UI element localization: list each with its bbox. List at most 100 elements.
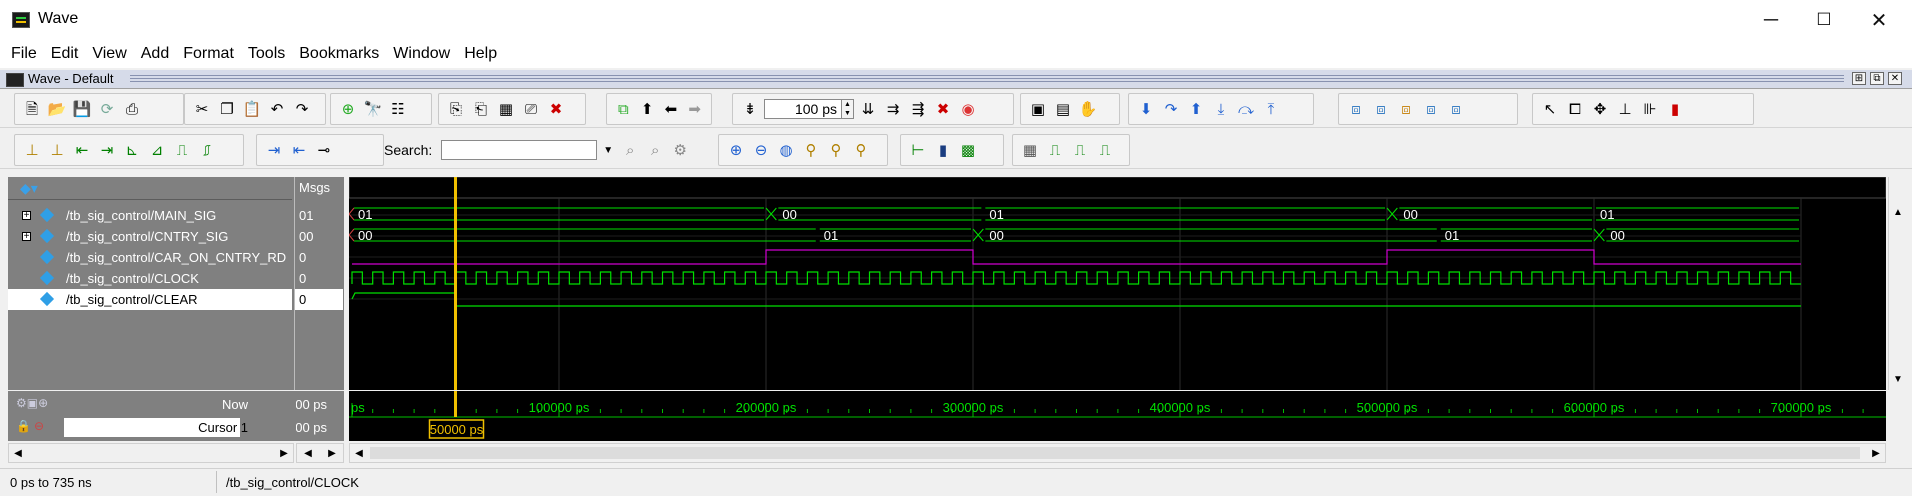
step-over-icon[interactable]: ↷ (1160, 98, 1182, 120)
show-grid-icon[interactable]: ▮ (932, 139, 954, 161)
menu-edit[interactable]: Edit (44, 45, 86, 63)
expand-icon[interactable]: + (22, 211, 31, 221)
undo-icon[interactable]: ↶ (266, 98, 288, 120)
cursor-options-icon[interactable]: ⊸ (313, 139, 335, 161)
restart-icon[interactable]: ◉ (957, 98, 979, 120)
search-input[interactable] (441, 140, 598, 160)
performance-icon[interactable]: ▣ (1027, 98, 1049, 120)
insert-cursor-icon[interactable]: ⇥ (263, 139, 285, 161)
cursor-delete-icon[interactable]: ⊖ (34, 419, 44, 433)
step-into-icon[interactable]: ⬇ (1135, 98, 1157, 120)
zoom-cursor-icon[interactable]: ⚲ (800, 139, 822, 161)
stop-icon[interactable]: ✖ (545, 98, 567, 120)
signal-row-car-on-cntry-rd[interactable]: /tb_sig_control/CAR_ON_CNTRY_RD (8, 247, 294, 268)
scroll-left-icon[interactable]: ◀ (350, 444, 368, 462)
show-cursor-icon[interactable]: ⊢ (907, 139, 929, 161)
redo-icon[interactable]: ↷ (291, 98, 313, 120)
open-icon[interactable]: 📂 (46, 98, 68, 120)
zoom-range-icon[interactable]: ⚲ (825, 139, 847, 161)
format-literal-icon[interactable]: ▦ (1019, 139, 1041, 161)
next-transition-icon[interactable]: ⇥ (96, 139, 118, 161)
hand-icon[interactable]: ✋ (1077, 98, 1099, 120)
show-window-icon[interactable]: ▩ (957, 139, 979, 161)
pan-mode-icon[interactable]: ✥ (1589, 98, 1611, 120)
close-button[interactable]: ✕ (1850, 0, 1908, 40)
find-next-edge-icon[interactable]: ⊥ (46, 139, 68, 161)
compile-icon[interactable]: ⎘ (445, 98, 467, 120)
signal-row-clear[interactable]: /tb_sig_control/CLEAR (8, 289, 292, 310)
menu-file[interactable]: File (4, 45, 44, 63)
scroll-left-icon[interactable]: ◀ (9, 444, 27, 462)
cursor-lock-icon[interactable]: 🔒 (16, 419, 31, 433)
menu-bookmarks[interactable]: Bookmarks (292, 45, 386, 63)
select-mode-icon[interactable]: ↖ (1539, 98, 1561, 120)
ruler-mode-icon[interactable]: ⊪ (1639, 98, 1661, 120)
layout-5-icon[interactable]: ⧈ (1445, 98, 1467, 120)
zoom-out-icon[interactable]: ⊖ (750, 139, 772, 161)
step-out-dropdown-icon[interactable]: ⤒ (1260, 98, 1282, 120)
structure-icon[interactable]: ☷ (387, 98, 409, 120)
pane-drag-handle[interactable] (130, 75, 1844, 83)
step-out-icon[interactable]: ⬆ (1185, 98, 1207, 120)
format-logic-icon[interactable]: ⎍ (1044, 139, 1066, 161)
menu-help[interactable]: Help (457, 45, 504, 63)
run-all-icon[interactable]: ⇶ (907, 98, 929, 120)
delete-cursor-icon[interactable]: ⇤ (288, 139, 310, 161)
zoom-mode-icon[interactable]: ⧠ (1564, 98, 1586, 120)
menu-view[interactable]: View (85, 45, 133, 63)
compile-all-icon[interactable]: ⎗ (470, 98, 492, 120)
time-ruler[interactable]: 100000 ps 200000 ps 300000 ps 400000 ps 5000… (349, 391, 1886, 441)
pane-close-button[interactable]: ✕ (1888, 72, 1902, 85)
signal-row-clock[interactable]: /tb_sig_control/CLOCK (8, 268, 294, 289)
zoom-last-icon[interactable]: ⚲ (850, 139, 872, 161)
break-icon[interactable]: ⎚ (520, 98, 542, 120)
edge-next-icon[interactable]: ⎎ (196, 139, 218, 161)
step-over-dropdown-icon[interactable]: ⤼ (1235, 98, 1257, 120)
forward-arrow-icon[interactable]: ➡ (684, 98, 705, 120)
back-arrow-icon[interactable]: ⬅ (661, 98, 682, 120)
minimize-button[interactable]: ─ (1742, 0, 1800, 40)
rising-edge-icon[interactable]: ⊿ (146, 139, 168, 161)
menu-add[interactable]: Add (134, 45, 176, 63)
menu-format[interactable]: Format (176, 45, 241, 63)
find-previous-edge-icon[interactable]: ⊥ (21, 139, 43, 161)
dataflow-icon[interactable]: ▮ (1664, 98, 1686, 120)
wave-objects-icon[interactable]: ◆▾ (20, 180, 38, 197)
memory-icon[interactable]: ▤ (1052, 98, 1074, 120)
find-icon[interactable]: 🔭 (362, 98, 384, 120)
waveform-canvas[interactable]: 01 00 01 00 01 00 01 00 01 00 (349, 177, 1886, 390)
layout-4-icon[interactable]: ⧈ (1420, 98, 1442, 120)
format-analog-icon[interactable]: ⎍ (1094, 139, 1116, 161)
value-pane-scrollbar[interactable]: ◀ ▶ (296, 443, 344, 463)
simulate-icon[interactable]: ▦ (495, 98, 517, 120)
signal-row-cntry-sig[interactable]: + /tb_sig_control/CNTRY_SIG (8, 226, 294, 247)
previous-transition-icon[interactable]: ⇤ (71, 139, 93, 161)
layout-1-icon[interactable]: ⧈ (1345, 98, 1367, 120)
run-length-input[interactable]: 100 ps (764, 99, 842, 119)
step-icon[interactable]: ⧉ (613, 98, 634, 120)
up-arrow-icon[interactable]: ⬆ (637, 98, 658, 120)
format-event-icon[interactable]: ⎍ (1069, 139, 1091, 161)
scroll-thumb[interactable] (370, 447, 1860, 459)
layout-2-icon[interactable]: ⧈ (1370, 98, 1392, 120)
edit-mode-icon[interactable]: ⊥ (1614, 98, 1636, 120)
copy-icon[interactable]: ❐ (216, 98, 238, 120)
signal-row-main-sig[interactable]: + /tb_sig_control/MAIN_SIG (8, 205, 294, 226)
scroll-up-icon[interactable]: ▲ (1889, 203, 1907, 221)
menu-window[interactable]: Window (386, 45, 457, 63)
vertical-scrollbar[interactable]: ▲ ▼ (1888, 177, 1906, 390)
layout-3-icon[interactable]: ⧈ (1395, 98, 1417, 120)
search-dropdown-icon[interactable]: ▼ (600, 140, 616, 160)
continue-icon[interactable]: ⇉ (882, 98, 904, 120)
cut-icon[interactable]: ✂ (191, 98, 213, 120)
zoom-full-icon[interactable]: ◍ (775, 139, 797, 161)
expand-icon[interactable]: + (22, 232, 31, 242)
cursor-add-icons[interactable]: ⚙▣⊕ (16, 396, 48, 410)
pane-dock-button[interactable]: ⊞ (1852, 72, 1866, 85)
step-into-dropdown-icon[interactable]: ⤓ (1210, 98, 1232, 120)
break-run-icon[interactable]: ✖ (932, 98, 954, 120)
paste-icon[interactable]: 📋 (241, 98, 263, 120)
edge-prev-icon[interactable]: ⎍ (171, 139, 193, 161)
zoom-in-icon[interactable]: ⊕ (725, 139, 747, 161)
name-pane-scrollbar[interactable]: ◀ ▶ (8, 443, 294, 463)
